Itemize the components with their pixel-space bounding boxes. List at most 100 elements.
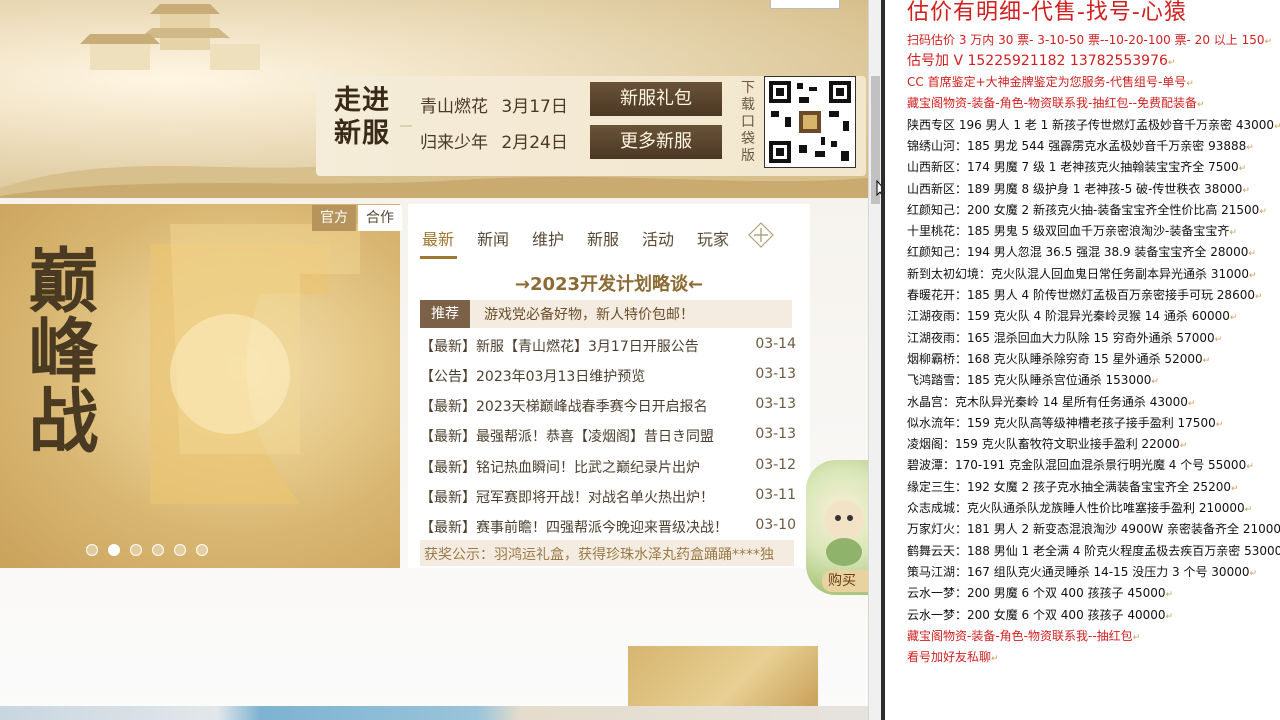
top-small-button[interactable] [770, 0, 840, 9]
panel-header: 估价有明细-代售-找号-心猿 [885, 0, 1280, 25]
price-list-text: 藏宝阁物资-装备-角色-物资联系我--抽红包 [907, 628, 1133, 643]
page-scrollbar[interactable] [868, 0, 882, 720]
download-pocket-label: 下载口袋版 [741, 80, 755, 164]
tab-latest[interactable]: 最新 [422, 226, 454, 250]
server-entry[interactable]: 归来少年 2月24日 [420, 128, 568, 153]
price-list-line: 山西新区：174 男魔 7 级 1 老神孩克火抽翰装宝宝齐全 7500↵ [907, 159, 1246, 177]
hero-banner: 走进 新服 青山燃花 3月17日 归来少年 2月24日 新服礼包 更多新服 下载… [0, 0, 868, 198]
paragraph-mark-icon: ↵ [1202, 355, 1211, 366]
carousel-dot[interactable] [86, 544, 98, 556]
price-list-text: 缘定三生：192 女魔 2 孩子克水抽全满装备宝宝齐全 25200 [907, 479, 1231, 494]
tab-news[interactable]: 新闻 [477, 226, 509, 250]
buy-button[interactable]: 购买 [822, 570, 868, 592]
price-list-line: 水晶宫：克木队异光秦岭 14 星所有任务通杀 43000↵ [907, 394, 1195, 412]
price-list-text: 十里桃花：185 男鬼 5 级双回血千万亲密浪淘沙-装备宝宝齐 [907, 224, 1230, 239]
price-list-line: 江湖夜雨：159 克火队 4 阶混异光秦岭灵猴 14 通杀 60000↵ [907, 308, 1237, 326]
carousel-dot[interactable] [152, 544, 164, 556]
panel-title: 估价有明细-代售-找号-心猿 [907, 0, 1187, 25]
price-list-line: 碧波潭：170-191 克金队混回血混杀景行明光魔 4 个号 55000↵ [907, 457, 1254, 475]
carousel-dot[interactable] [174, 544, 186, 556]
news-category: 【公告】 [420, 369, 476, 385]
paragraph-mark-icon: ↵ [1249, 568, 1258, 579]
new-server-gift-button[interactable]: 新服礼包 [590, 82, 722, 116]
price-list-text: 山西新区：189 男魔 8 级护身 1 老神孩-5 破-传世秩衣 38000 [907, 181, 1243, 196]
news-category: 【最新】 [420, 460, 476, 476]
price-list-text: 众志成城：克火队通杀队龙族睡人性价比唯塞接手盈利 210000 [907, 501, 1245, 515]
price-list-text: 水晶宫：克木队异光秦岭 14 星所有任务通杀 43000 [907, 394, 1188, 409]
news-item[interactable]: 【公告】 2023年03月13日维护预览 03-13 [420, 366, 796, 388]
paragraph-mark-icon: ↵ [1244, 505, 1253, 515]
enter-new-line1: 走进 [334, 85, 390, 116]
server-entry[interactable]: 青山燃花 3月17日 [420, 92, 568, 117]
price-list-line: 扫码估价 3 万内 30 票- 3-10-50 票--10-20-100 票- … [907, 32, 1272, 50]
qr-code-icon [769, 81, 851, 163]
paragraph-mark-icon: ↵ [1254, 292, 1263, 302]
plan-title-link[interactable]: →2023开发计划略谈← [408, 270, 810, 296]
news-title: 2023年03月13日维护预览 [476, 369, 646, 385]
price-list-line: 春暖花开：185 男人 4 阶传世燃灯孟极百万亲密接手可玩 28600↵ [907, 287, 1263, 305]
news-date: 03-13 [755, 426, 796, 442]
paragraph-mark-icon: ↵ [1242, 185, 1250, 196]
paragraph-mark-icon: ↵ [991, 654, 999, 665]
price-list-line: 万家灯火：181 男人 2 新变态混浪淘沙 4900W 亲密装备齐全 21000… [907, 521, 1280, 539]
news-date: 03-12 [755, 457, 796, 473]
tab-official[interactable]: 官方 [312, 205, 356, 231]
paragraph-mark-icon: ↵ [1215, 419, 1224, 430]
price-list-line: CC 首席鉴定+大神金牌鉴定为您服务-代售组号-单号↵ [907, 74, 1194, 92]
news-title: 冠军赛即将开战！对战名单火热出炉！ [476, 490, 714, 506]
lower-banner-image[interactable] [628, 646, 818, 706]
price-list-text: 烟柳霸桥：168 克火队睡杀除穷奇 15 星外通杀 52000 [907, 351, 1203, 366]
news-item[interactable]: 【最新】 冠军赛即将开战！对战名单火热出炉！ 03-11 [420, 487, 796, 509]
price-list-text: 凌烟阁：159 克火队畜牧符文职业接手盈利 22000 [907, 437, 1180, 452]
paragraph-mark-icon: ↵ [1238, 164, 1247, 175]
tab-new-server[interactable]: 新服 [587, 226, 619, 250]
paragraph-mark-icon: ↵ [1179, 441, 1188, 452]
promo-carousel[interactable]: 巅峰战 [0, 204, 400, 568]
price-list-line: 江湖夜雨：165 混杀回血大力队除 15 穷奇外通杀 57000↵ [907, 330, 1222, 348]
tab-players[interactable]: 玩家 [697, 226, 729, 250]
news-category: 【最新】 [420, 339, 476, 355]
enter-new-server-heading: 走进 新服 [334, 84, 404, 150]
qr-code[interactable] [764, 76, 856, 168]
tab-maintenance[interactable]: 维护 [532, 226, 564, 250]
news-item[interactable]: 【最新】 新服【青山燃花】3月17日开服公告 03-14 [420, 336, 796, 358]
price-list-line: 似水流年：159 克火队高等级神槽老孩子接手盈利 17500↵ [907, 415, 1223, 433]
price-list-line: 众志成城：克火队通杀队龙族睡人性价比唯塞接手盈利 210000↵ [907, 500, 1252, 518]
price-list-line: 红颜知己：200 女魔 2 新孩克火抽-装备宝宝齐全性价比高 21500↵ [907, 202, 1267, 220]
price-list-text: 藏宝阁物资-装备-角色-物资联系我-抽红包--免费配装备 [907, 96, 1197, 111]
server-date: 3月17日 [501, 97, 568, 117]
more-servers-button[interactable]: 更多新服 [590, 125, 722, 159]
news-date: 03-11 [755, 487, 796, 503]
price-list-text: 红颜知己：200 女魔 2 新孩克火抽-装备宝宝齐全性价比高 21500 [907, 202, 1260, 217]
carousel-dot[interactable] [196, 544, 208, 556]
price-list-text: 估号加 V 15225921182 13782553976 [907, 53, 1168, 69]
price-list-line: 山西新区：189 男魔 8 级护身 1 老神孩-5 破-传世秩衣 38000↵ [907, 181, 1250, 199]
tab-events[interactable]: 活动 [642, 226, 674, 250]
news-category: 【最新】 [420, 520, 476, 536]
news-item[interactable]: 【最新】 2023天梯巅峰战春季赛今日开启报名 03-13 [420, 396, 796, 418]
paragraph-mark-icon: ↵ [1274, 121, 1280, 132]
news-title: 赛事前瞻！四强帮派今晚迎来晋级决战！ [476, 520, 728, 536]
plus-icon[interactable] [748, 222, 774, 248]
recommend-bar[interactable]: 推荐 游戏党必备好物，新人特价包邮！ [420, 300, 792, 328]
carousel-art-text: 巅峰战 [17, 244, 100, 454]
news-title: 2023天梯巅峰战春季赛今日开启报名 [476, 399, 708, 415]
price-list-panel: 估价有明细-代售-找号-心猿 扫码估价 3 万内 30 票- 3-10-50 票… [885, 0, 1280, 720]
carousel-dot[interactable] [130, 544, 142, 556]
news-date: 03-13 [755, 396, 796, 412]
news-category: 【最新】 [420, 429, 476, 445]
price-list-text: CC 首席鉴定+大神金牌鉴定为您服务-代售组号-单号 [907, 75, 1187, 89]
news-title: 最强帮派！恭喜【凌烟阁】昔日き同盟 [476, 429, 714, 445]
price-list-line: 云水一梦：200 女魔 6 个双 400 孩孩子 40000↵ [907, 607, 1173, 625]
paragraph-mark-icon: ↵ [1259, 206, 1267, 217]
carousel-dot[interactable] [108, 544, 120, 556]
news-item[interactable]: 【最新】 铭记热血瞬间！比武之巅纪录片出炉 03-12 [420, 457, 796, 479]
tab-partner[interactable]: 合作 [358, 205, 402, 231]
award-ticker[interactable]: 获奖公示：羽鸿运礼盒，获得珍珠水泽丸药盒踊踊****独 [420, 540, 794, 566]
price-list-line: 藏宝阁物资-装备-角色-物资联系我--抽红包↵ [907, 628, 1140, 646]
price-list-line: 看号加好友私聊↵ [907, 649, 999, 667]
news-item[interactable]: 【最新】 赛事前瞻！四强帮派今晚迎来晋级决战！ 03-10 [420, 517, 796, 539]
paragraph-mark-icon: ↵ [1248, 249, 1256, 260]
price-list-text: 看号加好友私聊 [907, 650, 992, 665]
news-item[interactable]: 【最新】 最强帮派！恭喜【凌烟阁】昔日き同盟 03-13 [420, 426, 796, 448]
